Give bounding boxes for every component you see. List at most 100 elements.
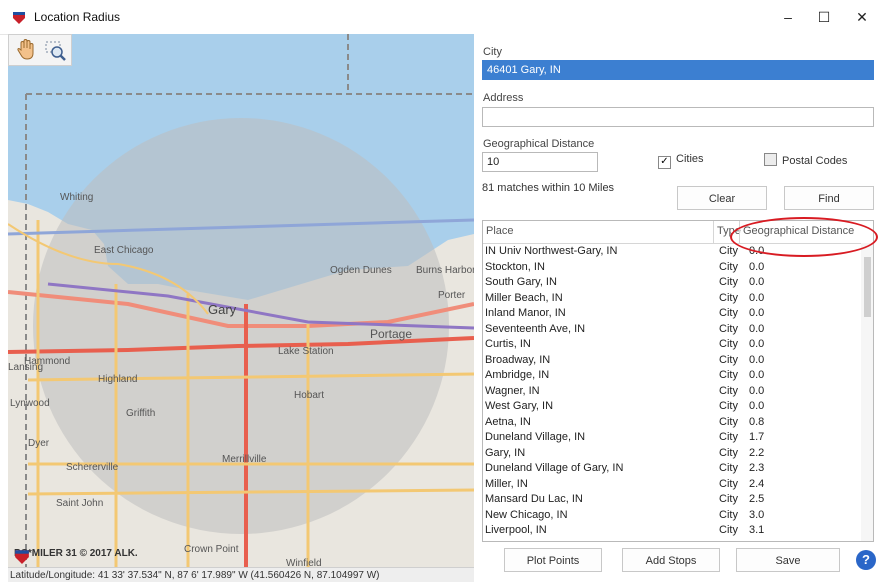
place-cell: Miller Beach, IN xyxy=(485,291,563,304)
type-cell: City xyxy=(719,353,738,366)
pan-hand-icon[interactable] xyxy=(14,38,38,62)
help-icon[interactable]: ? xyxy=(856,550,876,570)
map-label: Lynwood xyxy=(10,398,50,409)
city-input[interactable]: 46401 Gary, IN xyxy=(482,60,874,80)
table-row[interactable]: Mansard Du Lac, IN City 2.5 xyxy=(483,493,863,506)
cities-checkbox[interactable]: ✓ Cities xyxy=(658,153,704,169)
find-button[interactable]: Find xyxy=(784,186,874,210)
type-cell: City xyxy=(719,276,738,288)
app-logo-icon xyxy=(13,12,25,24)
distance-cell: 0.0 xyxy=(749,384,765,397)
map-label: Lake Station xyxy=(278,346,334,357)
place-cell: Stockton, IN xyxy=(485,260,545,273)
map-label: Crown Point xyxy=(184,544,239,555)
postal-codes-checkbox[interactable]: Postal Codes xyxy=(764,153,847,167)
results-scrollbar[interactable] xyxy=(861,243,873,541)
map-brand: PC*MILER 31 © 2017 ALK. xyxy=(14,548,138,564)
unchecked-box-icon xyxy=(764,153,777,166)
cities-label: Cities xyxy=(676,153,704,165)
distance-cell: 0.0 xyxy=(749,400,765,412)
type-cell: City xyxy=(719,508,738,521)
city-label: City xyxy=(483,46,502,58)
table-row[interactable]: Gary, IN City 2.2 xyxy=(483,447,863,460)
type-cell: City xyxy=(719,291,738,304)
table-row[interactable]: South Gary, IN City 0.0 xyxy=(483,276,863,289)
map-label: Dyer xyxy=(28,438,50,449)
distance-cell: 0.0 xyxy=(749,369,765,381)
title-bar: Location Radius – ☐ ✕ xyxy=(0,0,878,35)
table-row[interactable]: Ambridge, IN City 0.0 xyxy=(483,369,863,382)
type-cell: City xyxy=(719,524,738,536)
map-view[interactable]: Whiting East Chicago Ogden Dunes Burns H… xyxy=(8,34,474,582)
maximize-button[interactable]: ☐ xyxy=(806,6,842,28)
map-label: Hobart xyxy=(294,390,324,401)
place-cell: Inland Manor, IN xyxy=(485,307,566,319)
type-cell: City xyxy=(719,415,738,428)
type-cell: City xyxy=(719,493,738,505)
add-stops-button[interactable]: Add Stops xyxy=(622,548,720,572)
map-label: Gary xyxy=(208,302,237,317)
pcmiler-logo-icon xyxy=(15,550,29,564)
table-row[interactable]: Stockton, IN City 0.0 xyxy=(483,261,863,274)
save-button[interactable]: Save xyxy=(736,548,840,572)
latlon-readout: Latitude/Longitude: 41 33' 37.534" N, 87… xyxy=(8,567,474,582)
table-row[interactable]: Miller Beach, IN City 0.0 xyxy=(483,292,863,305)
map-brand-text: PC*MILER 31 © 2017 ALK. xyxy=(14,548,138,559)
table-row[interactable]: Duneland Village of Gary, IN City 2.3 xyxy=(483,462,863,475)
type-cell: City xyxy=(719,431,738,443)
place-cell: New Chicago, IN xyxy=(485,508,568,521)
table-row[interactable]: Wagner, IN City 0.0 xyxy=(483,385,863,398)
type-cell: City xyxy=(719,446,738,459)
scrollbar-thumb[interactable] xyxy=(864,257,871,317)
table-row[interactable]: Broadway, IN City 0.0 xyxy=(483,354,863,367)
distance-cell: 0.0 xyxy=(749,260,765,273)
table-row[interactable]: Liverpool, IN City 3.1 xyxy=(483,524,863,537)
type-cell: City xyxy=(719,322,738,335)
results-table: Place Type Geographical Distance IN Univ… xyxy=(482,220,874,542)
map-label: Saint John xyxy=(56,498,103,509)
table-row[interactable]: Aetna, IN City 0.8 xyxy=(483,416,863,429)
distance-cell: 2.4 xyxy=(749,477,765,490)
place-cell: Wagner, IN xyxy=(485,384,540,397)
clear-button[interactable]: Clear xyxy=(677,186,767,210)
distance-cell: 2.3 xyxy=(749,462,765,474)
type-cell: City xyxy=(719,477,738,490)
distance-cell: 3.0 xyxy=(749,508,765,521)
place-cell: Curtis, IN xyxy=(485,338,531,350)
place-cell: Liverpool, IN xyxy=(485,524,547,536)
map-label: Portage xyxy=(370,327,412,341)
address-input[interactable] xyxy=(482,107,874,127)
place-cell: Mansard Du Lac, IN xyxy=(485,493,583,505)
table-row[interactable]: Seventeenth Ave, IN City 0.0 xyxy=(483,323,863,336)
zoom-region-icon[interactable] xyxy=(43,38,67,62)
plot-points-button[interactable]: Plot Points xyxy=(504,548,602,572)
place-column-header[interactable]: Place xyxy=(486,225,514,237)
place-cell: IN Univ Northwest-Gary, IN xyxy=(485,245,618,257)
map-label: Ogden Dunes xyxy=(330,265,392,276)
type-cell: City xyxy=(719,400,738,412)
distance-input[interactable]: 10 xyxy=(482,152,598,172)
table-row[interactable]: Duneland Village, IN City 1.7 xyxy=(483,431,863,444)
table-row[interactable]: Miller, IN City 2.4 xyxy=(483,478,863,491)
map-toolbar xyxy=(8,34,72,66)
table-row[interactable]: New Chicago, IN City 3.0 xyxy=(483,509,863,522)
minimize-button[interactable]: – xyxy=(770,6,806,28)
map-label: Merrillville xyxy=(222,454,267,465)
distance-cell: 0.0 xyxy=(749,307,765,319)
map-label: Highland xyxy=(98,374,137,385)
place-cell: Seventeenth Ave, IN xyxy=(485,322,586,335)
table-row[interactable]: Inland Manor, IN City 0.0 xyxy=(483,307,863,320)
distance-cell: 0.0 xyxy=(749,291,765,304)
close-button[interactable]: ✕ xyxy=(844,6,878,28)
distance-cell: 2.2 xyxy=(749,446,765,459)
place-cell: Ambridge, IN xyxy=(485,369,550,381)
place-cell: Duneland Village, IN xyxy=(485,431,586,443)
table-row[interactable]: Curtis, IN City 0.0 xyxy=(483,338,863,351)
place-cell: Aetna, IN xyxy=(485,415,531,428)
type-cell: City xyxy=(719,369,738,381)
distance-cell: 0.0 xyxy=(749,353,765,366)
place-cell: South Gary, IN xyxy=(485,276,557,288)
place-cell: Duneland Village of Gary, IN xyxy=(485,462,624,474)
table-row[interactable]: West Gary, IN City 0.0 xyxy=(483,400,863,413)
place-cell: West Gary, IN xyxy=(485,400,554,412)
